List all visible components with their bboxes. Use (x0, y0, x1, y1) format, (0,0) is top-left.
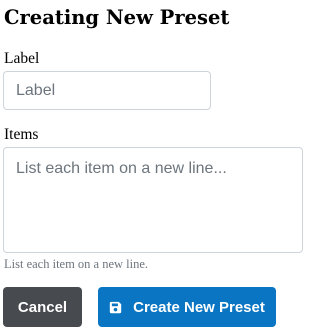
cancel-button-label: Cancel (17, 298, 68, 316)
label-input[interactable] (3, 71, 211, 110)
items-textarea[interactable] (3, 147, 303, 253)
page-title: Creating New Preset (4, 6, 230, 29)
cancel-button[interactable]: Cancel (3, 287, 82, 327)
create-new-preset-button[interactable]: Create New Preset (98, 287, 276, 327)
label-field-label: Label (4, 50, 40, 67)
save-icon (109, 301, 122, 314)
items-help-text: List each item on a new line. (4, 257, 149, 271)
items-field-label: Items (4, 126, 39, 143)
create-button-label: Create New Preset (133, 298, 265, 316)
